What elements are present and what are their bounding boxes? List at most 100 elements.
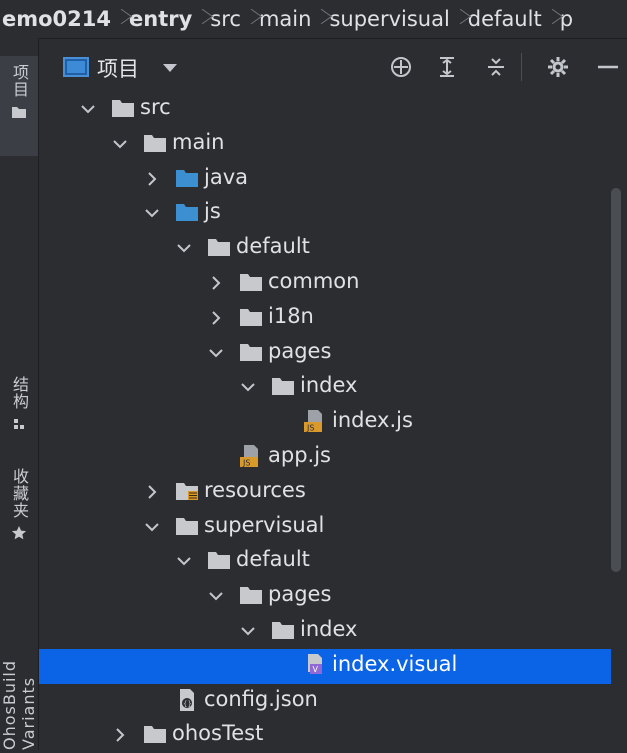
structure-tab-label: 结构 — [10, 376, 29, 410]
chevron-down-icon[interactable] — [142, 203, 162, 223]
tree-item-label: resources — [204, 477, 306, 502]
locate-icon[interactable] — [389, 55, 413, 79]
expand-all-icon[interactable] — [435, 55, 459, 79]
chevron-right-icon[interactable] — [142, 482, 162, 502]
folder-icon — [176, 517, 198, 535]
js-file-icon: JS — [304, 410, 322, 433]
folder-icon — [208, 552, 230, 570]
folder-icon — [240, 343, 262, 361]
chevron-right-icon[interactable] — [206, 273, 226, 293]
tree-row[interactable]: index — [39, 614, 623, 649]
tree-item-label: config.json — [204, 686, 318, 711]
tree-item-label: index.js — [332, 408, 413, 433]
tree-row[interactable]: {} config.json — [39, 684, 623, 719]
chevron-right-icon[interactable] — [110, 725, 130, 745]
tree-item-label: js — [204, 199, 221, 224]
resources-folder-icon — [176, 482, 198, 500]
tree-item-label: pages — [268, 338, 332, 363]
breadcrumb-item[interactable]: supervisual — [325, 7, 453, 31]
tree-row[interactable]: java — [39, 162, 623, 197]
chevron-down-icon[interactable] — [174, 551, 194, 571]
project-view-title[interactable]: 项目 — [97, 53, 139, 83]
chevron-right-icon — [245, 4, 255, 34]
tree-row[interactable]: i18n — [39, 301, 623, 336]
tree-row[interactable]: default — [39, 544, 623, 579]
favorites-tool-tab[interactable]: 收藏夹 — [0, 468, 38, 568]
tree-item-label: default — [236, 547, 310, 572]
tree-row[interactable]: default — [39, 231, 623, 266]
toolbar-divider — [521, 53, 522, 81]
chevron-right-icon — [454, 4, 464, 34]
tree-item-label: i18n — [268, 303, 314, 328]
structure-tool-tab[interactable]: 结构 — [0, 376, 38, 446]
folder-icon — [272, 622, 294, 639]
tree-item-label: index — [300, 617, 358, 641]
tree-row[interactable]: main — [39, 127, 623, 162]
hide-icon[interactable] — [595, 55, 619, 79]
tree-row[interactable]: js — [39, 196, 623, 231]
folder-icon — [144, 726, 166, 744]
tree-row[interactable]: resources — [39, 475, 623, 510]
tree-item-label: default — [236, 234, 310, 259]
tree-row[interactable]: supervisual — [39, 510, 623, 545]
breadcrumb-item[interactable]: entry — [125, 7, 196, 31]
build-variants-tool-tab[interactable]: OhosBuild Variants — [0, 593, 38, 750]
favorites-tab-label: 收藏夹 — [10, 468, 29, 519]
breadcrumb-item[interactable]: src — [206, 7, 245, 31]
chevron-down-icon[interactable] — [110, 134, 130, 154]
folder-icon — [240, 308, 262, 326]
visual-file-icon: V — [308, 653, 322, 674]
breadcrumb-item[interactable]: emo0214 — [0, 7, 115, 31]
folder-icon — [12, 107, 26, 118]
tree-item-label: src — [140, 95, 171, 119]
chevron-down-icon[interactable] — [78, 99, 98, 119]
json-file-icon: {} — [180, 688, 194, 711]
tree-item-label: supervisual — [204, 512, 325, 537]
folder-icon — [144, 134, 166, 152]
scrollbar-thumb[interactable] — [611, 188, 621, 572]
settings-icon[interactable] — [546, 55, 570, 79]
chevron-down-icon[interactable] — [206, 586, 226, 606]
tree-row[interactable]: JS index.js — [39, 405, 623, 440]
tree-row[interactable]: common — [39, 266, 623, 301]
project-view-icon — [63, 57, 89, 77]
tree-item-label: app.js — [268, 443, 331, 467]
tree-row[interactable]: Vindex.visual — [39, 648, 623, 684]
folder-icon — [208, 239, 230, 257]
source-folder-icon — [176, 204, 198, 222]
tree-row[interactable]: pages — [39, 579, 623, 614]
chevron-right-icon — [315, 4, 325, 34]
tree-item-label: index — [300, 373, 358, 398]
project-toolbar: 项目 — [39, 39, 627, 95]
folder-icon — [272, 378, 294, 396]
breadcrumb-item[interactable]: default — [464, 7, 546, 31]
navigation-breadcrumb: emo0214 entry src main supervisual default p — [0, 0, 627, 39]
tree-row[interactable]: src — [39, 92, 623, 127]
collapse-all-icon[interactable] — [484, 55, 508, 79]
folder-icon — [240, 274, 262, 291]
chevron-right-icon[interactable] — [142, 169, 162, 189]
tree-row[interactable]: index — [39, 370, 623, 405]
chevron-down-icon[interactable] — [238, 377, 258, 397]
build-variants-tab-label: OhosBuild Variants — [0, 659, 38, 750]
tree-item-label: ohosTest — [172, 721, 264, 746]
tree-item-label: index.visual — [332, 651, 458, 676]
svg-text:JS: JS — [242, 459, 250, 468]
tree-row[interactable]: pages — [39, 336, 623, 371]
chevron-down-icon[interactable] — [142, 517, 162, 537]
chevron-down-icon[interactable] — [163, 64, 177, 72]
svg-text:{}: {} — [183, 700, 192, 708]
chevron-right-icon — [115, 4, 125, 34]
breadcrumb-item[interactable]: main — [255, 7, 315, 31]
project-tab-label: 项目 — [10, 64, 29, 98]
folder-icon — [240, 587, 262, 605]
project-tool-tab[interactable]: 项目 — [0, 56, 38, 156]
chevron-down-icon[interactable] — [238, 621, 258, 641]
chevron-down-icon[interactable] — [174, 238, 194, 258]
js-file-icon: JS — [240, 445, 258, 468]
chevron-right-icon[interactable] — [206, 308, 226, 328]
tree-row[interactable]: JS app.js — [39, 440, 623, 475]
tree-row[interactable]: ohosTest — [39, 718, 623, 753]
svg-text:V: V — [313, 665, 319, 674]
chevron-down-icon[interactable] — [206, 343, 226, 363]
